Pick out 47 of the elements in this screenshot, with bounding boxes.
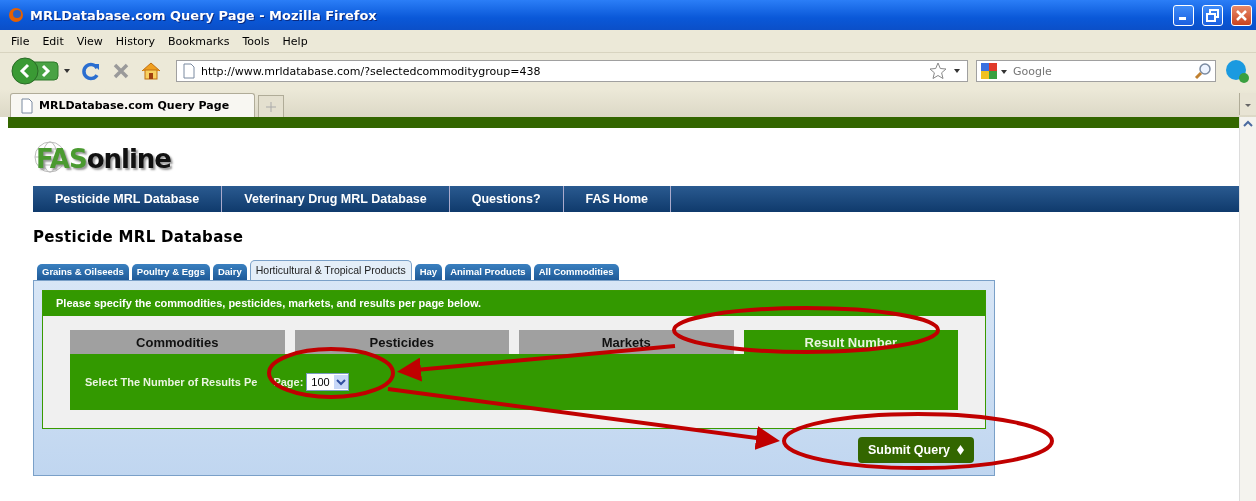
menu-item[interactable]: Tools [237, 34, 278, 48]
page-heading: Pesticide MRL Database [33, 228, 245, 246]
category-tab[interactable]: Animal Products [445, 264, 531, 280]
home-icon[interactable] [140, 60, 162, 82]
scrollbar[interactable] [1239, 117, 1256, 501]
page-icon [183, 63, 195, 79]
instructions-text: Please specify the commodities, pesticides, markets, and results per page below. [43, 291, 985, 316]
minimize-icon [1179, 16, 1186, 20]
menu-item[interactable]: View [71, 34, 111, 48]
category-tab[interactable]: Grains & Oilseeds [37, 264, 129, 280]
category-tab[interactable]: Hay [414, 264, 443, 280]
search-icon[interactable] [1194, 62, 1212, 80]
results-label: Select The Number of Results Pe [85, 376, 258, 388]
restore-button[interactable] [1202, 4, 1223, 26]
page-icon [21, 97, 33, 114]
category-tab[interactable]: All Commodities [533, 264, 619, 280]
search-field[interactable]: Google [976, 60, 1216, 82]
browser-tab[interactable]: MRLDatabase.com Query Page [10, 93, 255, 117]
minimize-button[interactable] [1173, 4, 1194, 26]
nav-link[interactable]: FAS Home [563, 186, 672, 212]
section-tab[interactable]: Pesticides [294, 330, 509, 354]
section-tab[interactable]: Commodities [70, 330, 285, 354]
window-title: MRLDatabase.com Query Page - Mozilla Firefox [30, 7, 378, 23]
nav-link[interactable]: Pesticide MRL Database [33, 186, 223, 212]
submit-query-button[interactable]: Submit Query [858, 437, 974, 463]
site-logo[interactable]: FASonline [36, 138, 171, 180]
search-engine-icon[interactable] [978, 61, 1010, 81]
nav-link[interactable]: Veterinary Drug MRL Database [222, 186, 450, 212]
menu-item[interactable]: Help [277, 34, 316, 48]
category-tab[interactable]: Dairy [212, 264, 247, 280]
caret-icon [1245, 104, 1251, 107]
category-tab[interactable]: Poultry & Eggs [131, 264, 210, 280]
results-per-page-dropdown[interactable]: 100 [306, 373, 349, 391]
dropdown-icon[interactable] [953, 67, 961, 75]
menu-item[interactable]: File [6, 34, 38, 48]
plus-icon [266, 101, 276, 112]
back-forward-icon[interactable] [10, 56, 72, 86]
address-field[interactable]: http://www.mrldatabase.com/?selectedcommoditygroup=438 [176, 60, 968, 82]
menu-item[interactable]: Bookmarks [163, 34, 238, 48]
category-tab[interactable]: Horticultural & Tropical Products [249, 260, 412, 280]
menu-item[interactable]: Edit [37, 34, 72, 48]
close-button[interactable] [1231, 4, 1252, 26]
star-icon[interactable] [929, 62, 947, 80]
diamond-icon [957, 445, 964, 455]
reload-icon[interactable] [80, 60, 102, 82]
menu-item[interactable]: History [110, 34, 163, 48]
nav-link[interactable]: Questions? [449, 186, 564, 212]
